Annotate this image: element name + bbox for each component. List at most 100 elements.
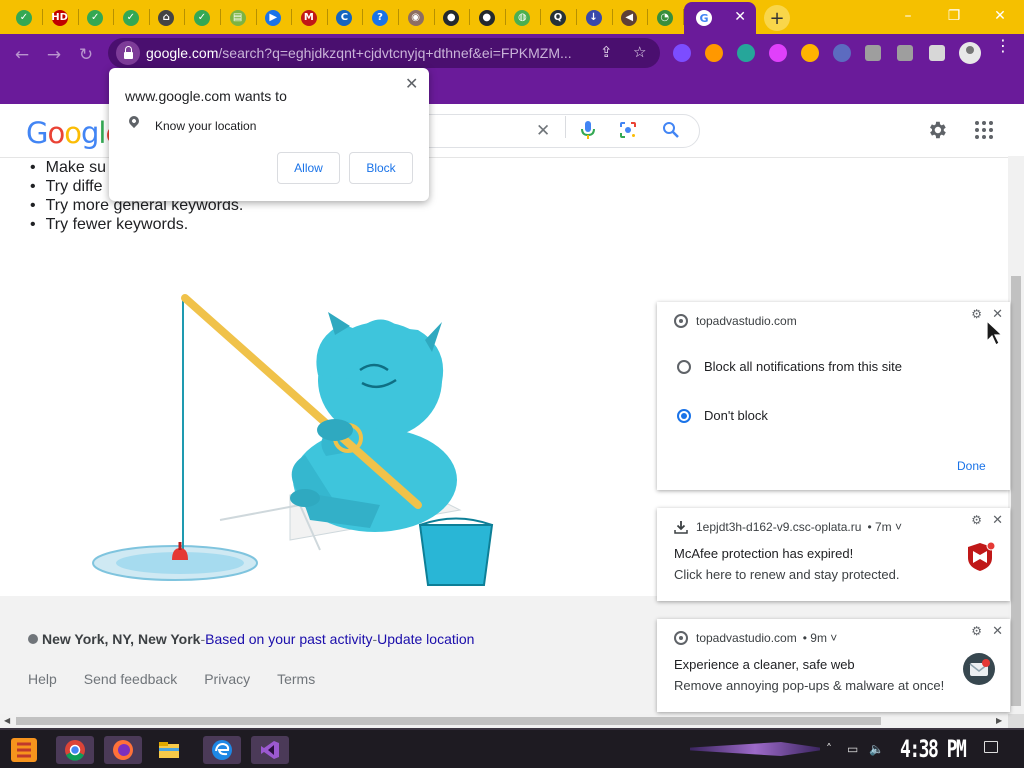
- start-button-icon[interactable]: [9, 736, 39, 764]
- notification-age[interactable]: • 9m ˅: [803, 631, 838, 645]
- active-tab-google[interactable]: G ✕: [684, 2, 756, 34]
- ext-toucan-icon[interactable]: [673, 44, 691, 62]
- scroll-left-arrow-icon[interactable]: ◀: [4, 716, 10, 725]
- ext-orange-ring-icon[interactable]: [705, 44, 723, 62]
- browser-tab[interactable]: ◔: [648, 3, 682, 32]
- browser-tab[interactable]: ▶: [256, 3, 290, 32]
- notification-settings-gear-icon[interactable]: ⚙: [971, 624, 982, 638]
- footer-link-send-feedback[interactable]: Send feedback: [84, 671, 177, 687]
- search-icon[interactable]: [662, 121, 680, 139]
- taskbar-visual-studio[interactable]: [251, 736, 289, 764]
- based-on-activity-link[interactable]: Based on your past activity: [205, 631, 372, 647]
- notification-web-card[interactable]: topadvastudio.com • 9m ˅ ⚙ ✕ Experience …: [657, 619, 1010, 712]
- notification-mcafee-card[interactable]: 1epjdt3h-d162-v9.csc-oplata.ru • 7m ˅ ⚙ …: [657, 508, 1010, 601]
- browser-tab[interactable]: C: [327, 3, 361, 32]
- notification-settings-gear-icon[interactable]: ⚙: [971, 307, 982, 321]
- taskbar-firefox[interactable]: [104, 736, 142, 764]
- browser-tab[interactable]: ▤: [221, 3, 255, 32]
- puzzle-icon[interactable]: [865, 45, 881, 61]
- action-center-icon[interactable]: [984, 741, 998, 753]
- taskbar-clock[interactable]: 4:38 PM: [900, 735, 967, 763]
- address-bar[interactable]: google.com/search?q=eghjdkzqnt+cjdvtcnyj…: [108, 38, 660, 68]
- logo-letter: g: [80, 116, 99, 150]
- footer-link-help[interactable]: Help: [28, 671, 57, 687]
- notification-age[interactable]: • 7m ˅: [867, 520, 902, 534]
- browser-tab[interactable]: ⌂: [149, 3, 183, 32]
- share-icon[interactable]: ⇪: [600, 43, 613, 61]
- radio-button[interactable]: [677, 359, 691, 374]
- forward-button[interactable]: →: [42, 43, 66, 67]
- reload-button[interactable]: ↻: [74, 43, 98, 67]
- url-path: /search?q=eghjdkzqnt+cjdvtcnyjq+dthnef&e…: [218, 45, 572, 61]
- permission-close-icon[interactable]: ✕: [405, 74, 418, 93]
- site-info-lock-icon[interactable]: [116, 41, 140, 65]
- tab-strip: ✓ HD ✓ ✓ ⌂ ✓ ▤ ▶ M C? ◉ ● ● ◍ Q ↓ ◀ ◔ G ✕ + – ❐ ✕: [0, 0, 1024, 34]
- footer-link-terms[interactable]: Terms: [277, 671, 315, 687]
- browser-tab[interactable]: ↓: [577, 3, 611, 32]
- browser-tab[interactable]: ●: [434, 3, 468, 32]
- minimize-button[interactable]: –: [886, 4, 930, 28]
- ext-orb-icon[interactable]: [769, 44, 787, 62]
- tray-overflow-chevron-icon[interactable]: ˄: [826, 742, 832, 756]
- bookmark-star-icon[interactable]: ☆: [633, 43, 646, 61]
- scroll-right-arrow-icon[interactable]: ▶: [996, 716, 1002, 725]
- chrome-menu-icon[interactable]: ⋮: [995, 38, 1011, 54]
- browser-tab[interactable]: ●: [470, 3, 504, 32]
- maximize-button[interactable]: ❐: [932, 4, 976, 28]
- taskbar-file-explorer[interactable]: [150, 736, 188, 764]
- github-icon: ●: [443, 9, 460, 26]
- browser-tab[interactable]: ?: [363, 3, 397, 32]
- taskbar-chrome[interactable]: [56, 736, 94, 764]
- browser-tab[interactable]: ✓: [78, 3, 112, 32]
- ext-edit-icon[interactable]: [833, 44, 851, 62]
- clear-search-icon[interactable]: ✕: [536, 121, 550, 141]
- update-location-link[interactable]: Update location: [377, 631, 474, 647]
- reading-list-icon[interactable]: [897, 45, 913, 61]
- ext-colorwheel-icon[interactable]: [737, 44, 755, 62]
- voice-search-icon[interactable]: [580, 120, 596, 140]
- radio-button-selected[interactable]: [677, 408, 691, 423]
- browser-tab[interactable]: Q: [541, 3, 575, 32]
- done-button[interactable]: Done: [957, 459, 986, 473]
- horizontal-scrollbar[interactable]: ◀ ▶: [0, 714, 1008, 728]
- notification-close-icon[interactable]: ✕: [992, 624, 1003, 639]
- browser-tab[interactable]: HD: [43, 3, 77, 32]
- notification-close-icon[interactable]: ✕: [992, 513, 1003, 528]
- taskbar-edge[interactable]: [203, 736, 241, 764]
- location-line: New York, NY, New York - Based on your p…: [28, 631, 474, 647]
- url-text[interactable]: google.com/search?q=eghjdkzqnt+cjdvtcnyj…: [146, 45, 586, 61]
- google-apps-icon[interactable]: [975, 121, 993, 139]
- network-icon[interactable]: ▭: [847, 742, 858, 756]
- new-tab-button[interactable]: +: [764, 5, 790, 31]
- notification-site: 1epjdt3h-d162-v9.csc-oplata.ru • 7m ˅: [674, 520, 902, 534]
- back-button[interactable]: ←: [10, 43, 34, 67]
- browser-tab[interactable]: M: [292, 3, 326, 32]
- browser-tab[interactable]: ✓: [7, 3, 41, 32]
- browser-tab[interactable]: ◍: [505, 3, 539, 32]
- close-window-button[interactable]: ✕: [978, 4, 1022, 28]
- close-tab-icon[interactable]: ✕: [734, 9, 746, 25]
- horizontal-scroll-thumb[interactable]: [16, 717, 881, 725]
- mcafee-shield-icon: M: [300, 9, 317, 26]
- google-logo[interactable]: Google: [26, 116, 123, 150]
- vertical-scrollbar[interactable]: [1008, 156, 1024, 714]
- ext-chart-icon[interactable]: [801, 44, 819, 62]
- radio-block-all[interactable]: Block all notifications from this site: [677, 359, 902, 374]
- block-button[interactable]: Block: [349, 152, 413, 184]
- vertical-scroll-thumb[interactable]: [1011, 276, 1021, 706]
- allow-button[interactable]: Allow: [277, 152, 340, 184]
- volume-icon[interactable]: 🔈: [869, 742, 884, 756]
- settings-gear-icon[interactable]: [926, 119, 948, 141]
- profile-avatar[interactable]: [959, 42, 981, 64]
- lens-search-icon[interactable]: [619, 121, 637, 139]
- browser-tab[interactable]: ✓: [114, 3, 148, 32]
- side-panel-icon[interactable]: [929, 45, 945, 61]
- footer-link-privacy[interactable]: Privacy: [204, 671, 250, 687]
- browser-tab[interactable]: ◉: [399, 3, 433, 32]
- visual-studio-icon: [261, 741, 279, 759]
- browser-tab[interactable]: ◀: [612, 3, 646, 32]
- radio-dont-block[interactable]: Don't block: [677, 408, 768, 423]
- globe-icon: [674, 631, 688, 645]
- notification-settings-gear-icon[interactable]: ⚙: [971, 513, 982, 527]
- browser-tab[interactable]: ✓: [185, 3, 219, 32]
